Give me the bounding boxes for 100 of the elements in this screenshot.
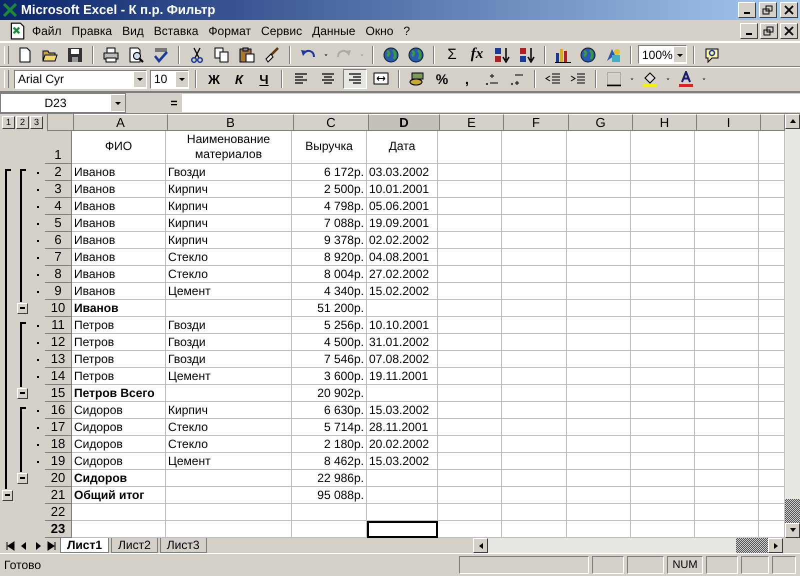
column-header[interactable]: C: [294, 114, 369, 131]
row-header[interactable]: 9: [45, 282, 72, 300]
sheet-tab[interactable]: Лист2: [111, 538, 158, 553]
table-cell: 22 986р.: [292, 470, 367, 487]
table-cell: [567, 350, 631, 368]
scroll-thumb[interactable]: [736, 538, 768, 553]
column-header[interactable]: E: [440, 114, 504, 131]
column-header[interactable]: G: [569, 114, 633, 131]
formula-field[interactable]: [182, 94, 800, 112]
table-cell: [631, 130, 695, 164]
style-button[interactable]: К: [228, 72, 250, 87]
sheet-tab[interactable]: Лист1: [60, 538, 110, 553]
column-header[interactable]: H: [633, 114, 697, 131]
table-cell: [695, 300, 759, 317]
table-cell: 6 630р.: [292, 402, 367, 419]
table-cell: Цемент: [166, 282, 292, 300]
menu-item[interactable]: Файл: [28, 24, 66, 38]
scroll-left-button[interactable]: [473, 538, 488, 553]
collapse-button[interactable]: [2, 490, 13, 501]
collapse-button[interactable]: [17, 472, 28, 484]
sheet-tab[interactable]: Лист3: [160, 538, 207, 553]
close-button[interactable]: [780, 2, 798, 18]
last-sheet-button[interactable]: [46, 540, 58, 550]
row-header[interactable]: 22: [45, 504, 72, 521]
outline-level-button[interactable]: 2: [16, 116, 29, 129]
menu-item[interactable]: Вставка: [150, 24, 202, 38]
collapse-button[interactable]: [17, 388, 28, 399]
vertical-scrollbar[interactable]: [785, 114, 800, 538]
row-header[interactable]: 3: [45, 180, 72, 198]
restore-button[interactable]: [760, 22, 778, 39]
menu-item[interactable]: Окно: [361, 24, 398, 38]
table-cell: [438, 316, 502, 334]
row-header[interactable]: 1: [45, 130, 72, 164]
comma-button[interactable]: ,: [456, 71, 478, 88]
column-header[interactable]: F: [504, 114, 569, 131]
column-header[interactable]: I: [697, 114, 761, 131]
menu-item[interactable]: Вид: [118, 24, 148, 38]
percent-button[interactable]: %: [431, 71, 453, 88]
row-header[interactable]: 15: [45, 384, 72, 402]
table-cell: [567, 520, 631, 538]
row-header[interactable]: 6: [45, 232, 72, 249]
row-header[interactable]: 10: [45, 300, 72, 317]
column-header[interactable]: B: [168, 114, 294, 131]
menu-item[interactable]: Правка: [68, 24, 116, 38]
outline-level-button[interactable]: 3: [30, 116, 43, 129]
menu-item[interactable]: Формат: [204, 24, 256, 38]
restore-button[interactable]: [759, 2, 777, 18]
menu-item[interactable]: Сервис: [257, 24, 306, 38]
row-header[interactable]: 7: [45, 248, 72, 266]
equals-sign[interactable]: =: [166, 96, 182, 110]
row-header[interactable]: 21: [45, 486, 72, 504]
row-header[interactable]: 19: [45, 452, 72, 470]
style-button[interactable]: Ж: [203, 72, 225, 87]
horizontal-scrollbar[interactable]: [473, 538, 783, 553]
name-box[interactable]: D23: [0, 92, 126, 113]
column-header[interactable]: D: [369, 114, 440, 131]
menu-item[interactable]: Данные: [308, 24, 360, 38]
scroll-right-button[interactable]: [768, 538, 783, 553]
row-header[interactable]: 14: [45, 368, 72, 385]
table-cell: [631, 368, 695, 385]
column-header[interactable]: [761, 114, 785, 131]
column-header[interactable]: A: [74, 114, 168, 131]
outline-level-button[interactable]: 1: [2, 116, 15, 129]
style-button[interactable]: Ч: [253, 72, 275, 87]
minimize-button[interactable]: [738, 2, 756, 18]
scroll-thumb[interactable]: [785, 498, 800, 523]
table-cell: Гвозди: [166, 350, 292, 368]
zoom-dropdown[interactable]: 100%: [638, 45, 687, 64]
table-cell: [759, 384, 785, 402]
table-cell: [502, 266, 567, 283]
row-header[interactable]: 23: [45, 520, 72, 538]
font-size-dropdown[interactable]: 10: [150, 70, 189, 89]
font-dropdown[interactable]: Arial Cyr: [14, 70, 147, 89]
table-cell: [695, 436, 759, 453]
collapse-button[interactable]: [17, 302, 28, 314]
row-header[interactable]: 16: [45, 402, 72, 419]
row-header[interactable]: 12: [45, 334, 72, 351]
row-header[interactable]: 5: [45, 214, 72, 232]
align-button[interactable]: [343, 69, 367, 90]
function-button[interactable]: fx: [466, 46, 488, 64]
row-header[interactable]: 13: [45, 350, 72, 368]
row-header[interactable]: 17: [45, 418, 72, 436]
scroll-up-button[interactable]: [785, 114, 800, 129]
row-header[interactable]: 18: [45, 436, 72, 453]
select-all-button[interactable]: [47, 114, 74, 131]
table-cell: Петров Всего: [72, 384, 166, 402]
scroll-down-button[interactable]: [785, 522, 800, 538]
table-cell: [631, 350, 695, 368]
first-sheet-button[interactable]: [4, 540, 16, 550]
row-header[interactable]: 8: [45, 266, 72, 283]
table-cell: [631, 486, 695, 504]
table-cell: [567, 452, 631, 470]
row-header[interactable]: 4: [45, 198, 72, 215]
row-header[interactable]: 11: [45, 316, 72, 334]
minimize-button[interactable]: [740, 22, 758, 39]
menu-item[interactable]: ?: [399, 24, 414, 38]
row-header[interactable]: 20: [45, 470, 72, 487]
autosum-button[interactable]: Σ: [441, 46, 463, 64]
row-header[interactable]: 2: [45, 164, 72, 181]
close-button[interactable]: [780, 22, 798, 39]
